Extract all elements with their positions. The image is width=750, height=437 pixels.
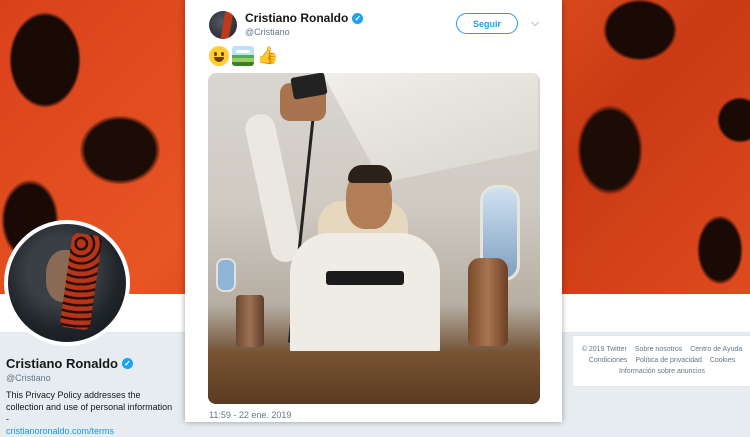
footer-link[interactable]: Centro de Ayuda xyxy=(690,346,742,353)
photo-hair xyxy=(348,165,392,183)
airplane-departure-emoji-icon xyxy=(232,46,254,66)
tweet-photo[interactable] xyxy=(208,73,540,404)
photo-table xyxy=(208,351,540,404)
footer-links: © 2019 Twitter Sobre nosotros Centro de … xyxy=(574,344,750,377)
chevron-down-icon[interactable]: ⌵ xyxy=(528,16,542,30)
footer-link[interactable]: Cookies xyxy=(710,357,735,364)
verified-icon: ✓ xyxy=(121,358,133,369)
profile-handle: @Cristiano xyxy=(6,373,51,383)
photo-vase xyxy=(468,258,508,346)
tweet-author-handle[interactable]: @Cristiano xyxy=(245,27,290,37)
follow-button[interactable]: Seguir xyxy=(456,13,518,34)
profile-link[interactable]: cristianoronaldo.com/terms xyxy=(6,426,114,436)
tweet-card: Cristiano Ronaldo ✓ @Cristiano Seguir ⌵ … xyxy=(185,0,562,422)
tweet-author-avatar[interactable] xyxy=(209,11,237,39)
photo-cup xyxy=(236,295,264,347)
profile-bio: This Privacy Policy addresses the collec… xyxy=(6,390,173,436)
footer-link[interactable]: Política de privacidad xyxy=(635,357,702,364)
photo-window-left xyxy=(216,258,236,292)
tweet-author-name[interactable]: Cristiano Ronaldo ✓ xyxy=(245,11,364,25)
photo-sweater xyxy=(290,233,440,355)
profile-avatar[interactable] xyxy=(4,220,130,346)
footer-link[interactable]: Información sobre anuncios xyxy=(619,368,705,375)
profile-info: Cristiano Ronaldo ✓ @Cristiano This Priv… xyxy=(6,356,176,437)
profile-name[interactable]: Cristiano Ronaldo ✓ xyxy=(6,356,176,371)
avatar-leopard-stripe xyxy=(220,11,234,39)
photo-cabin-ceiling xyxy=(322,73,538,183)
footer-link[interactable]: Condiciones xyxy=(589,357,628,364)
avatar-leopard-pattern xyxy=(59,232,103,331)
thumbs-up-emoji-icon: 👍 xyxy=(257,46,279,65)
verified-icon: ✓ xyxy=(352,12,364,24)
smile-emoji-icon xyxy=(209,46,229,66)
footer-link[interactable]: © 2019 Twitter xyxy=(582,346,627,353)
photo-sweater-logo xyxy=(326,271,404,285)
photo-arm xyxy=(242,111,304,265)
tweet-text-emojis: 👍 xyxy=(209,46,278,66)
tweet-timestamp[interactable]: 11:59 - 22 ene. 2019 xyxy=(209,410,291,420)
footer-link[interactable]: Sobre nosotros xyxy=(635,346,682,353)
